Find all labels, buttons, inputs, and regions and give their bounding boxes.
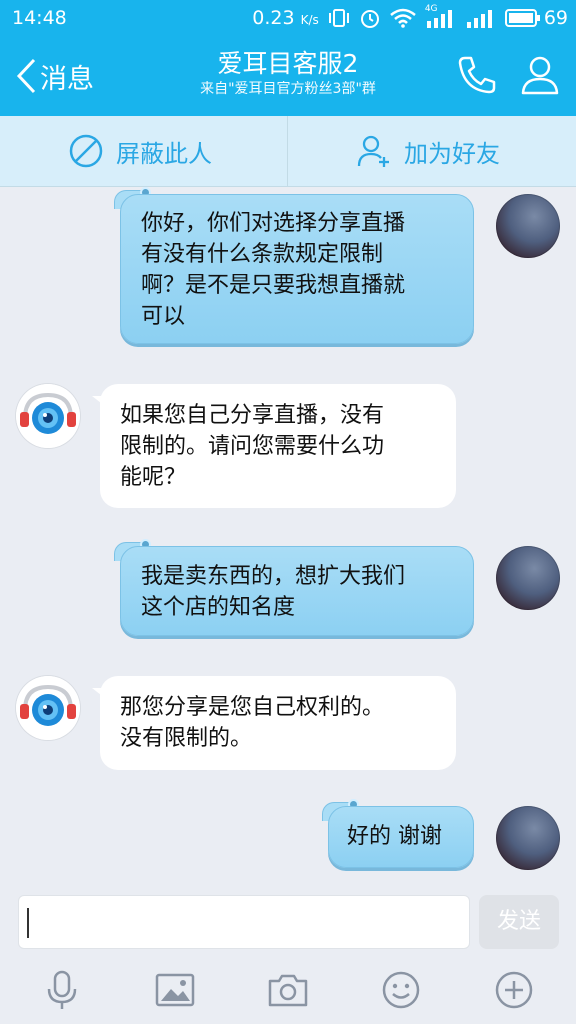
send-button[interactable]: 发送 xyxy=(479,895,559,949)
message-bubble-outgoing[interactable]: 好的 谢谢 xyxy=(328,806,474,868)
chat-header: 消息 爱耳目客服2 来自"爱耳目官方粉丝3部"群 xyxy=(0,36,576,116)
message-text: 可以 xyxy=(141,304,186,329)
emoji-button[interactable] xyxy=(379,968,423,1012)
text-caret xyxy=(27,908,29,938)
vibrate-icon xyxy=(328,9,349,27)
block-icon xyxy=(69,134,103,168)
plus-icon xyxy=(495,971,533,1009)
my-avatar[interactable] xyxy=(496,546,560,610)
message-text: 啊？是不是只要我想直播就 xyxy=(141,273,406,298)
camera-icon xyxy=(268,974,308,1007)
voice-button[interactable] xyxy=(40,968,84,1012)
message-bubble-outgoing[interactable]: 我是卖东西的，想扩大我们 这个店的知名度 xyxy=(120,546,474,636)
block-user-button[interactable]: 屏蔽此人 xyxy=(68,116,212,186)
message-text: 这个店的知名度 xyxy=(141,595,296,620)
service-avatar[interactable] xyxy=(16,384,80,448)
block-user-label: 屏蔽此人 xyxy=(116,139,212,168)
phone-icon xyxy=(458,56,496,94)
image-icon xyxy=(155,973,195,1007)
signal-icon xyxy=(466,10,492,28)
status-icons: 0.23 K/s 4G 69 xyxy=(252,4,568,29)
message-text: 我是卖东西的，想扩大我们 xyxy=(141,564,406,589)
status-bar: 14:48 0.23 K/s 4G 69 xyxy=(0,0,576,36)
chat-title-block: 爱耳目客服2 来自"爱耳目官方粉丝3部"群 xyxy=(150,48,426,98)
message-text: 能呢？ xyxy=(120,465,187,490)
message-bubble-incoming[interactable]: 那您分享是您自己权利的。 没有限制的。 xyxy=(100,676,456,770)
add-friend-icon xyxy=(357,135,389,167)
message-text: 那您分享是您自己权利的。 xyxy=(120,695,385,720)
chevron-left-icon xyxy=(16,58,36,94)
message-input[interactable] xyxy=(18,895,470,949)
message-text: 如果您自己分享直播，没有 xyxy=(120,403,385,428)
wifi-icon xyxy=(390,8,416,28)
headphone-eye-icon xyxy=(16,676,80,740)
camera-button[interactable] xyxy=(266,968,310,1012)
net-speed-unit: K/s xyxy=(300,13,319,27)
back-button[interactable]: 消息 xyxy=(14,56,94,96)
chat-subtitle: 来自"爱耳目官方粉丝3部"群 xyxy=(200,81,376,97)
alarm-icon xyxy=(360,10,379,28)
message-text: 限制的。请问您需要什么功 xyxy=(120,434,385,459)
photo-button[interactable] xyxy=(153,968,197,1012)
battery-icon xyxy=(504,9,540,27)
emoji-icon xyxy=(382,971,420,1009)
back-label: 消息 xyxy=(40,63,94,95)
user-icon xyxy=(521,56,559,95)
battery-indicator: 69 xyxy=(504,7,568,29)
message-bubble-outgoing[interactable]: 你好，你们对选择分享直播 有没有什么条款规定限制 啊？是不是只要我想直播就 可以 xyxy=(120,194,474,344)
message-text: 你好，你们对选择分享直播 xyxy=(141,211,406,236)
signal-4g-icon: 4G xyxy=(425,4,457,28)
message-bubble-incoming[interactable]: 如果您自己分享直播，没有 限制的。请问您需要什么功 能呢？ xyxy=(100,384,456,508)
message-text: 好的 谢谢 xyxy=(347,824,442,849)
my-avatar[interactable] xyxy=(496,806,560,870)
headphone-eye-icon xyxy=(16,384,80,448)
add-friend-label: 加为好友 xyxy=(404,139,500,168)
composer: 发送 xyxy=(0,880,576,1024)
stranger-action-bar: 屏蔽此人 加为好友 xyxy=(0,116,576,187)
action-divider xyxy=(287,116,288,186)
message-text: 有没有什么条款规定限制 xyxy=(141,242,384,267)
service-avatar[interactable] xyxy=(16,676,80,740)
call-button[interactable] xyxy=(456,54,498,100)
microphone-icon xyxy=(47,970,77,1009)
more-button[interactable] xyxy=(492,968,536,1012)
profile-button[interactable] xyxy=(520,54,560,100)
status-time: 14:48 xyxy=(12,7,67,29)
chat-title: 爱耳目客服2 xyxy=(217,49,359,78)
message-text: 没有限制的。 xyxy=(120,726,253,751)
add-friend-button[interactable]: 加为好友 xyxy=(356,116,500,186)
my-avatar[interactable] xyxy=(496,194,560,258)
net-speed: 0.23 K/s xyxy=(252,7,319,29)
